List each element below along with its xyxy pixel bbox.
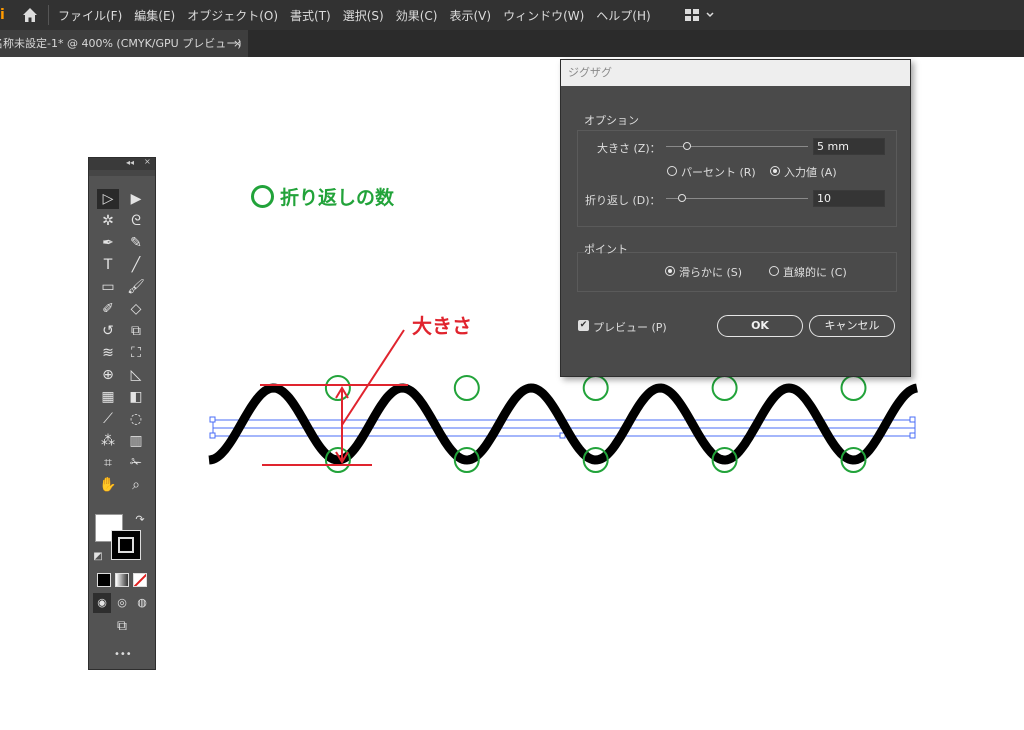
artboard-tool-icon[interactable]: ⌗ bbox=[97, 453, 119, 473]
type-tool-icon[interactable]: T bbox=[97, 255, 119, 275]
gradient-tool-icon[interactable]: ◧ bbox=[125, 387, 147, 407]
perspective-grid-tool-icon[interactable]: ◺ bbox=[125, 365, 147, 385]
draw-inside-icon[interactable]: ◍ bbox=[133, 593, 151, 613]
curvature-tool-icon[interactable]: ✎ bbox=[125, 233, 147, 253]
shaper-tool-icon[interactable]: ✐ bbox=[97, 299, 119, 319]
close-panel-icon[interactable]: × bbox=[144, 157, 151, 166]
none-mode-icon[interactable] bbox=[133, 573, 147, 587]
preview-checkbox[interactable]: ✔ bbox=[578, 320, 589, 331]
lasso-tool-icon[interactable]: ᘓ bbox=[125, 211, 147, 231]
hand-tool-icon[interactable]: ✋ bbox=[97, 475, 119, 495]
size-annotation: 大きさ bbox=[412, 314, 472, 338]
mesh-tool-icon[interactable]: ▦ bbox=[97, 387, 119, 407]
tools-panel: ◂◂ × ▷ ▶ ✲ ᘓ ✒ ✎ T ╱ ▭ 🖌 ✐ ◇ ↺ ⧉ ≋ ⛶ ⊕ ◺… bbox=[88, 157, 156, 670]
edit-toolbar-icon[interactable]: ••• bbox=[114, 649, 132, 660]
eraser-tool-icon[interactable]: ◇ bbox=[125, 299, 147, 319]
zigzag-smooth-path bbox=[208, 383, 918, 465]
eyedropper-tool-icon[interactable]: ⟋ bbox=[97, 409, 119, 429]
paintbrush-tool-icon[interactable]: 🖌 bbox=[125, 277, 147, 297]
screen-mode-icon[interactable]: ⧉ bbox=[111, 616, 133, 636]
ridge-peak-marker bbox=[453, 375, 480, 401]
pen-tool-icon[interactable]: ✒ bbox=[97, 233, 119, 253]
ridges-annotation: 折り返しの数 bbox=[251, 183, 394, 210]
smooth-radio-label[interactable]: 滑らかに (S) bbox=[679, 264, 742, 280]
ok-button[interactable]: OK bbox=[717, 315, 803, 337]
shape-builder-tool-icon[interactable]: ⊕ bbox=[97, 365, 119, 385]
ridge-peak-marker bbox=[582, 375, 609, 401]
ridges-slider-track[interactable] bbox=[666, 198, 808, 199]
draw-normal-icon[interactable]: ◉ bbox=[93, 593, 111, 613]
ridges-annotation-text: 折り返しの数 bbox=[280, 187, 395, 209]
cancel-button[interactable]: キャンセル bbox=[809, 315, 895, 337]
swap-fill-stroke-icon[interactable]: ↷ bbox=[131, 510, 149, 530]
ridge-peak-marker bbox=[711, 375, 738, 401]
symbol-sprayer-tool-icon[interactable]: ⁂ bbox=[97, 431, 119, 451]
panel-grip[interactable] bbox=[89, 170, 155, 176]
column-graph-tool-icon[interactable]: ▥ bbox=[125, 431, 147, 451]
line-tool-icon[interactable]: ╱ bbox=[125, 255, 147, 275]
percent-radio-label[interactable]: パーセント (R) bbox=[681, 164, 756, 180]
ridges-label: 折り返し (D)： bbox=[585, 194, 661, 207]
points-legend: ポイント bbox=[584, 243, 628, 256]
draw-behind-icon[interactable]: ◎ bbox=[113, 593, 131, 613]
corner-radio-label[interactable]: 直線的に (C) bbox=[783, 264, 847, 280]
color-mode-icon[interactable] bbox=[97, 573, 111, 587]
default-fill-stroke-icon[interactable]: ◩ bbox=[91, 547, 105, 567]
warp-tool-icon[interactable]: ≋ bbox=[97, 343, 119, 363]
tools-panel-header[interactable]: ◂◂ × bbox=[89, 157, 155, 170]
absolute-radio-label[interactable]: 入力値 (A) bbox=[784, 164, 837, 180]
collapse-panel-icon[interactable]: ◂◂ bbox=[126, 158, 134, 167]
blend-tool-icon[interactable]: ◌ bbox=[125, 409, 147, 429]
options-legend: オプション bbox=[584, 114, 639, 127]
size-label: 大きさ (Z)： bbox=[597, 142, 661, 155]
zigzag-dialog: ジグザグ オプション 大きさ (Z)： 5 mm パーセント (R) 入力値 (… bbox=[560, 59, 911, 377]
zoom-tool-icon[interactable]: ⌕ bbox=[125, 475, 147, 495]
preview-label[interactable]: プレビュー (P) bbox=[593, 319, 667, 335]
rotate-tool-icon[interactable]: ↺ bbox=[97, 321, 119, 341]
rectangle-tool-icon[interactable]: ▭ bbox=[97, 277, 119, 297]
absolute-radio[interactable] bbox=[770, 166, 780, 176]
ridges-slider-handle[interactable] bbox=[678, 194, 686, 202]
size-input[interactable]: 5 mm bbox=[813, 138, 885, 155]
direct-selection-tool-icon[interactable]: ▶ bbox=[125, 189, 147, 209]
dialog-title-bar[interactable]: ジグザグ bbox=[561, 60, 910, 86]
size-slider-handle[interactable] bbox=[683, 142, 691, 150]
smooth-radio[interactable] bbox=[665, 266, 675, 276]
ridges-input[interactable]: 10 bbox=[813, 190, 885, 207]
selection-tool-icon[interactable]: ▷ bbox=[97, 189, 119, 209]
scale-tool-icon[interactable]: ⧉ bbox=[125, 321, 147, 341]
slice-tool-icon[interactable]: ✁ bbox=[125, 453, 147, 473]
dialog-title: ジグザグ bbox=[568, 66, 612, 79]
free-transform-tool-icon[interactable]: ⛶ bbox=[125, 343, 147, 363]
gradient-mode-icon[interactable] bbox=[115, 573, 129, 587]
ridge-peak-marker bbox=[840, 375, 867, 401]
corner-radio[interactable] bbox=[769, 266, 779, 276]
circle-marker-icon bbox=[251, 185, 274, 208]
percent-radio[interactable] bbox=[667, 166, 677, 176]
magic-wand-tool-icon[interactable]: ✲ bbox=[97, 211, 119, 231]
stroke-swatch[interactable] bbox=[111, 530, 141, 560]
